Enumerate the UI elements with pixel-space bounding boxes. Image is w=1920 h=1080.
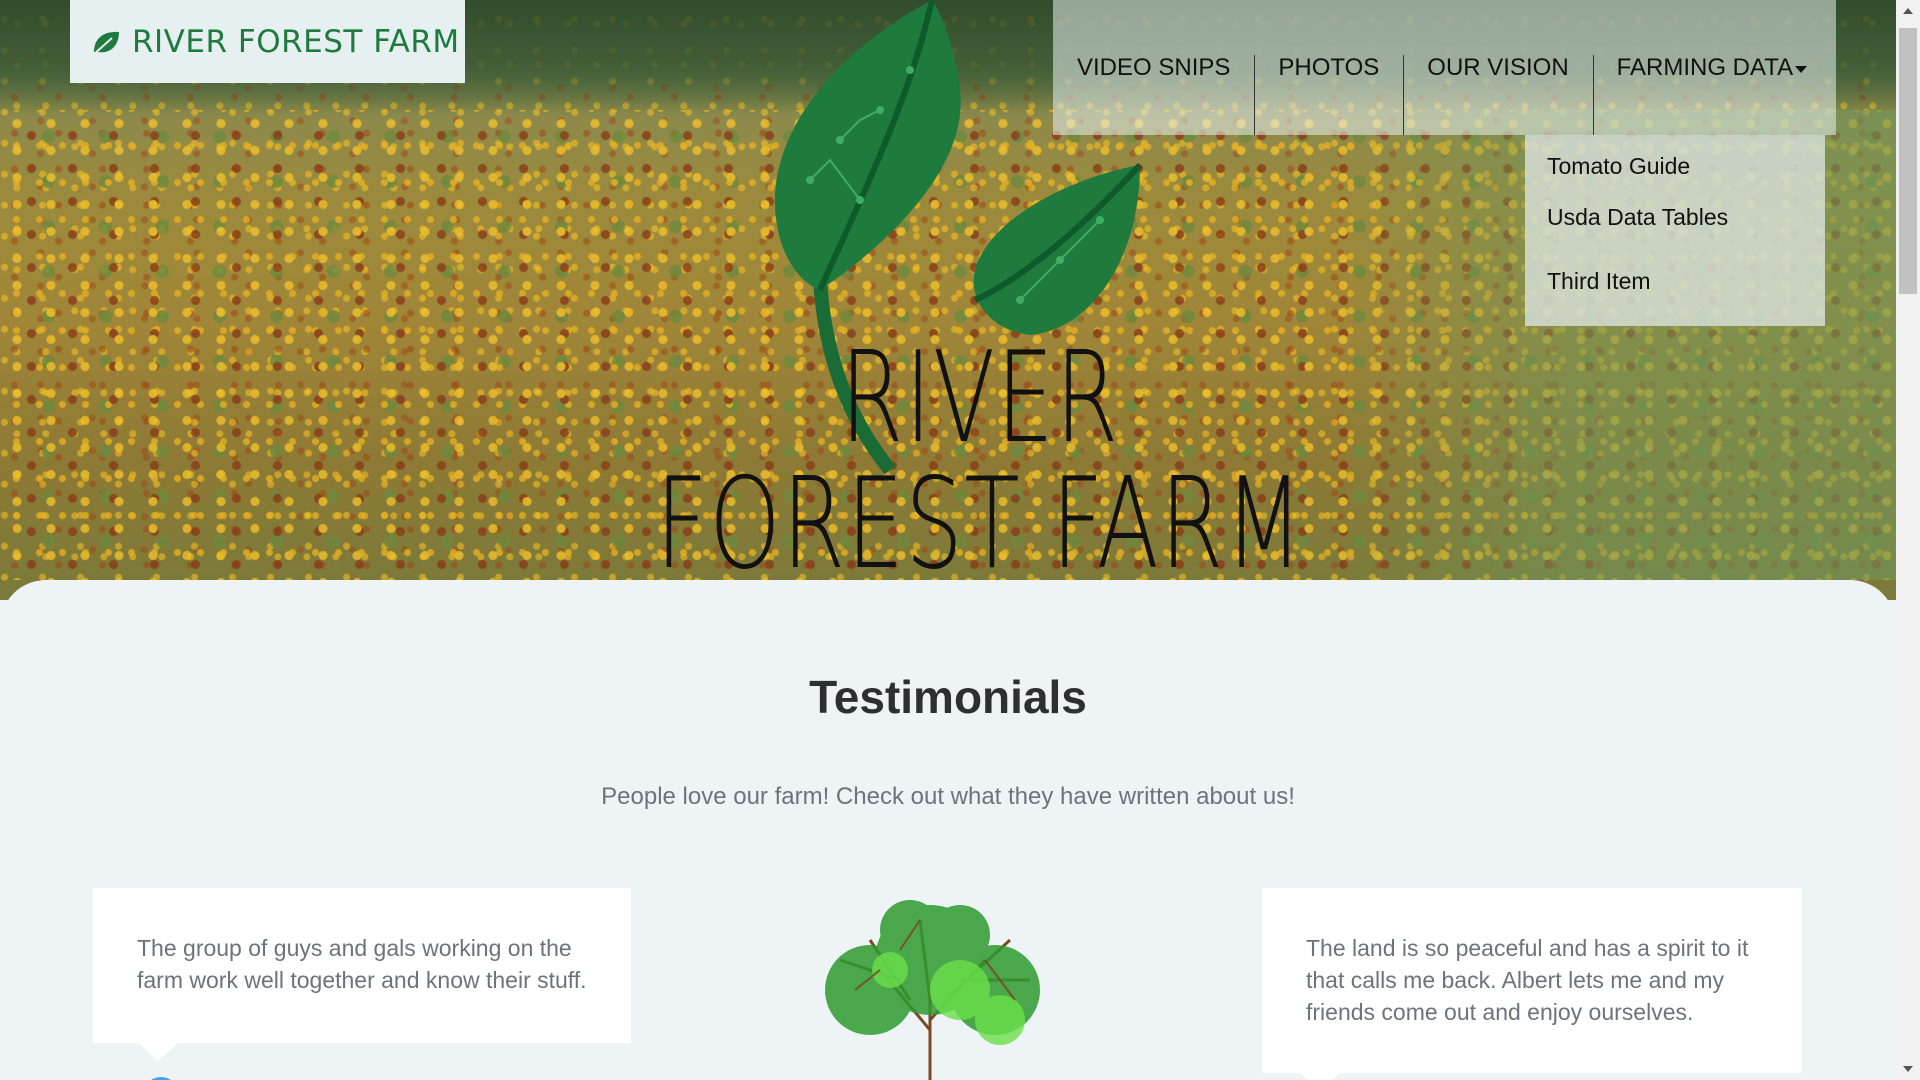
dropdown-item-usda-data-tables[interactable]: Usda Data Tables [1525, 185, 1825, 249]
nav-photos[interactable]: PHOTOS [1254, 0, 1403, 135]
tree-illustration [760, 900, 1100, 1080]
tree-icon [825, 900, 1040, 1080]
farming-data-dropdown: Tomato Guide Usda Data Tables Third Item [1525, 135, 1825, 326]
main-nav: VIDEO SNIPS PHOTOS OUR VISION FARMING DA… [1053, 0, 1836, 135]
speech-tail [1300, 1073, 1340, 1080]
brand-logo-link[interactable]: RIVER FOREST FARM [70, 0, 465, 83]
nav-label: PHOTOS [1278, 53, 1380, 81]
testimonial-text: The land is so peaceful and has a spirit… [1306, 935, 1749, 1025]
page-scrollbar[interactable] [1896, 0, 1920, 1080]
nav-label: FARMING DATA [1616, 53, 1794, 81]
caret-down-icon [1795, 66, 1808, 73]
scroll-down-arrow-icon[interactable] [1903, 1066, 1913, 1072]
speech-tail [138, 1043, 178, 1061]
scroll-thumb[interactable] [1899, 28, 1917, 294]
section-subtitle: People love our farm! Check out what the… [601, 783, 1295, 810]
testimonial-card: The group of guys and gals working on th… [93, 888, 631, 1061]
nav-label: OUR VISION [1427, 53, 1569, 81]
nav-label: VIDEO SNIPS [1077, 53, 1231, 81]
leaf-icon [92, 31, 119, 56]
testimonials-section: Testimonials People love our farm! Check… [0, 580, 1896, 1080]
testimonial-text: The group of guys and gals working on th… [137, 935, 587, 993]
dropdown-item-third-item[interactable]: Third Item [1525, 249, 1825, 313]
brand-name: RIVER FOREST FARM [132, 23, 460, 60]
nav-our-vision[interactable]: OUR VISION [1403, 0, 1592, 135]
scroll-up-arrow-icon[interactable] [1903, 8, 1913, 14]
hero-logo-text: RIVER FOREST FARM [655, 324, 1305, 597]
section-title: Testimonials [809, 671, 1087, 723]
nav-video-snips[interactable]: VIDEO SNIPS [1053, 0, 1254, 135]
testimonial-card: The land is so peaceful and has a spirit… [1262, 888, 1802, 1080]
nav-farming-data[interactable]: FARMING DATA [1592, 0, 1831, 135]
dropdown-item-tomato-guide[interactable]: Tomato Guide [1525, 148, 1825, 185]
